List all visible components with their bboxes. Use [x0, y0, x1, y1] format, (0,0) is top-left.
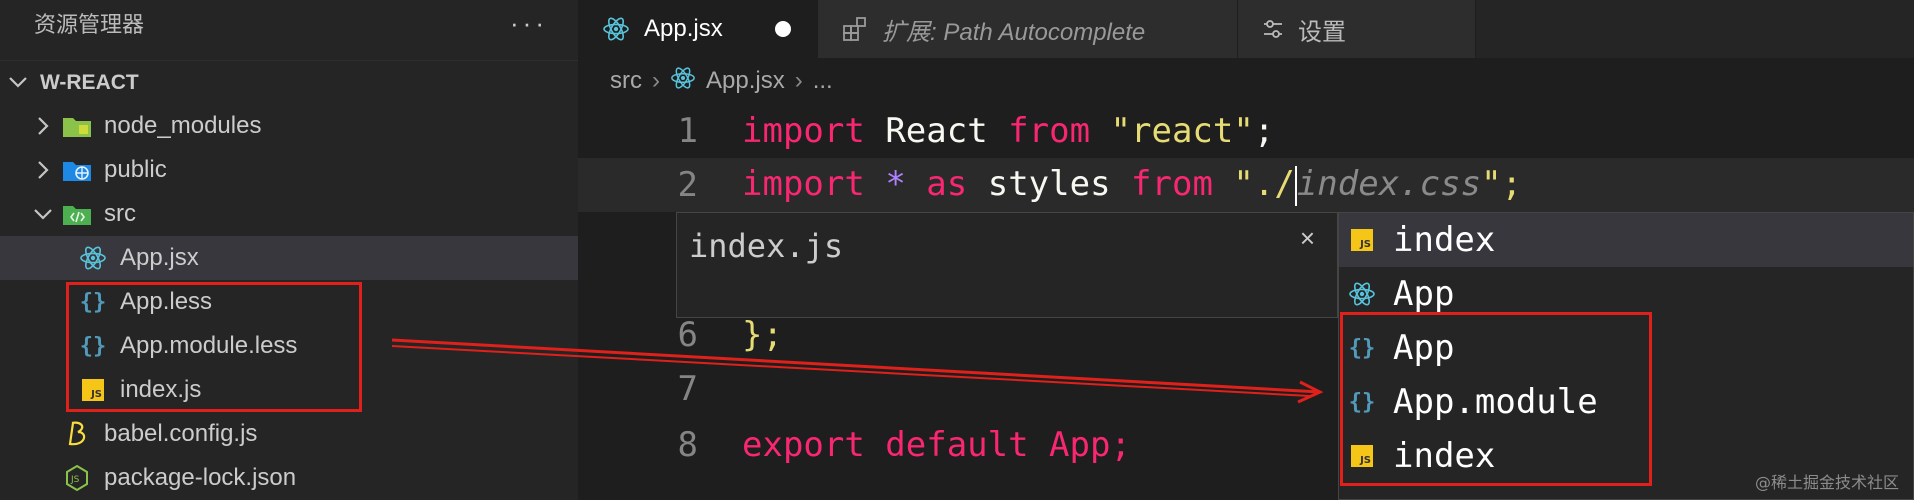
ghost-suggestion: index.css: [1296, 164, 1482, 205]
tree-item-app-module-less[interactable]: {} App.module.less: [0, 324, 578, 368]
code-line: 1 import React from "react";: [578, 104, 1275, 158]
tree-item-label: App.less: [120, 288, 213, 315]
suggestion-label: App: [1393, 274, 1455, 314]
suggestion-list: JS index App {} App {} App.module JS ind…: [1338, 212, 1914, 500]
close-details-button[interactable]: ×: [1300, 223, 1315, 254]
file-tree: node_modules public src App.jsx {} App.l…: [0, 104, 578, 500]
babel-icon: [62, 420, 92, 448]
tree-item-label: src: [104, 200, 136, 227]
tree-item-app-less[interactable]: {} App.less: [0, 280, 578, 324]
tree-item-label: node_modules: [104, 112, 262, 139]
js-file-icon: JS: [1347, 445, 1377, 467]
brace-icon: {}: [79, 289, 107, 315]
chevron-right-icon: [32, 116, 54, 136]
tree-item-label: App.jsx: [120, 244, 199, 271]
tree-item-babel-config[interactable]: babel.config.js: [0, 412, 578, 456]
explorer-title: 资源管理器: [34, 12, 145, 37]
detail-title: index.js: [689, 227, 844, 265]
breadcrumb-src[interactable]: src: [610, 67, 642, 95]
suggestion-item[interactable]: {} App: [1339, 321, 1913, 375]
unsaved-dot-icon[interactable]: [775, 21, 791, 37]
suggestion-label: index: [1393, 220, 1496, 260]
line-number: 1: [677, 111, 698, 151]
breadcrumb: src › App.jsx › ...: [610, 60, 833, 102]
tree-item-src[interactable]: src: [0, 192, 578, 236]
brace-icon: {}: [1348, 335, 1376, 361]
watermark: @稀土掘金技术社区: [1754, 473, 1899, 492]
nodejs-icon: JS: [62, 464, 92, 492]
tree-item-node-modules[interactable]: node_modules: [0, 104, 578, 148]
tree-item-public[interactable]: public: [0, 148, 578, 192]
line-code: export default App;: [742, 425, 1131, 465]
line-number: 2: [677, 165, 698, 205]
folder-node-icon: [62, 112, 92, 140]
react-icon: [1347, 280, 1377, 308]
line-number: 8: [677, 425, 698, 465]
tab-label: App.jsx: [644, 15, 723, 42]
workspace-name: W-REACT: [40, 70, 139, 94]
chevron-down-icon: [32, 207, 54, 221]
js-file-icon: JS: [1347, 229, 1377, 251]
suggestion-label: App: [1393, 328, 1455, 368]
line-code: import * as styles from "./index.css";: [742, 164, 1523, 206]
suggestion-item[interactable]: {} App.module: [1339, 375, 1913, 429]
tree-item-app-jsx[interactable]: App.jsx: [0, 236, 578, 280]
folder-src-icon: [62, 200, 92, 228]
tab-bar: App.jsx 扩展: Path Autocomplete 设置: [578, 0, 1914, 58]
chevron-right-icon: ›: [652, 67, 660, 94]
code-line-current: 2 import * as styles from "./index.css";: [578, 158, 1914, 212]
tab-app-jsx[interactable]: App.jsx: [578, 0, 818, 58]
explorer-header: 资源管理器 ···: [0, 0, 578, 46]
explorer-sidebar: 资源管理器 ··· W-REACT node_modules public sr…: [0, 0, 578, 500]
tree-item-index-js[interactable]: JS index.js: [0, 368, 578, 412]
js-file-icon: JS: [78, 376, 108, 404]
react-icon: [602, 15, 630, 43]
tab-label: 扩展: Path Autocomplete: [882, 18, 1146, 46]
tree-item-package-lock[interactable]: JS package-lock.json: [0, 456, 578, 500]
suggestion-item[interactable]: App: [1339, 267, 1913, 321]
breadcrumb-more[interactable]: ...: [813, 67, 833, 95]
workspace-section-header[interactable]: W-REACT: [0, 60, 578, 104]
line-code: import React from "react";: [742, 111, 1275, 151]
suggestion-label: App.module: [1393, 382, 1598, 422]
line-number: 6: [677, 315, 698, 355]
extensions-icon: [842, 16, 868, 42]
line-number: 7: [677, 369, 698, 409]
tab-settings[interactable]: 设置: [1238, 0, 1476, 58]
tree-item-label: public: [104, 156, 167, 183]
suggestion-label: index: [1393, 436, 1496, 476]
tree-item-label: package-lock.json: [104, 464, 297, 491]
tree-item-label: babel.config.js: [104, 420, 258, 447]
tab-extension[interactable]: 扩展: Path Autocomplete: [818, 0, 1238, 58]
folder-globe-icon: [62, 156, 92, 184]
code-line: 7: [578, 362, 698, 416]
tree-item-label: index.js: [120, 376, 202, 403]
suggestion-item[interactable]: JS index: [1339, 213, 1913, 267]
react-icon: [670, 65, 696, 98]
settings-sliders-icon: [1262, 18, 1284, 40]
chevron-right-icon: ›: [794, 67, 803, 94]
chevron-down-icon: [8, 71, 34, 95]
code-line: 8 export default App;: [578, 418, 1131, 472]
react-icon: [78, 244, 108, 272]
brace-icon: {}: [79, 333, 107, 359]
line-code: };: [742, 315, 783, 355]
svg-text:JS: JS: [70, 475, 80, 485]
more-actions-button[interactable]: ···: [510, 8, 548, 39]
chevron-right-icon: [32, 160, 54, 180]
suggestion-details: index.js ×: [676, 212, 1338, 318]
tab-label: 设置: [1298, 18, 1346, 46]
tree-item-label: App.module.less: [120, 332, 298, 359]
brace-icon: {}: [1348, 389, 1376, 415]
breadcrumb-file[interactable]: App.jsx: [706, 67, 785, 95]
